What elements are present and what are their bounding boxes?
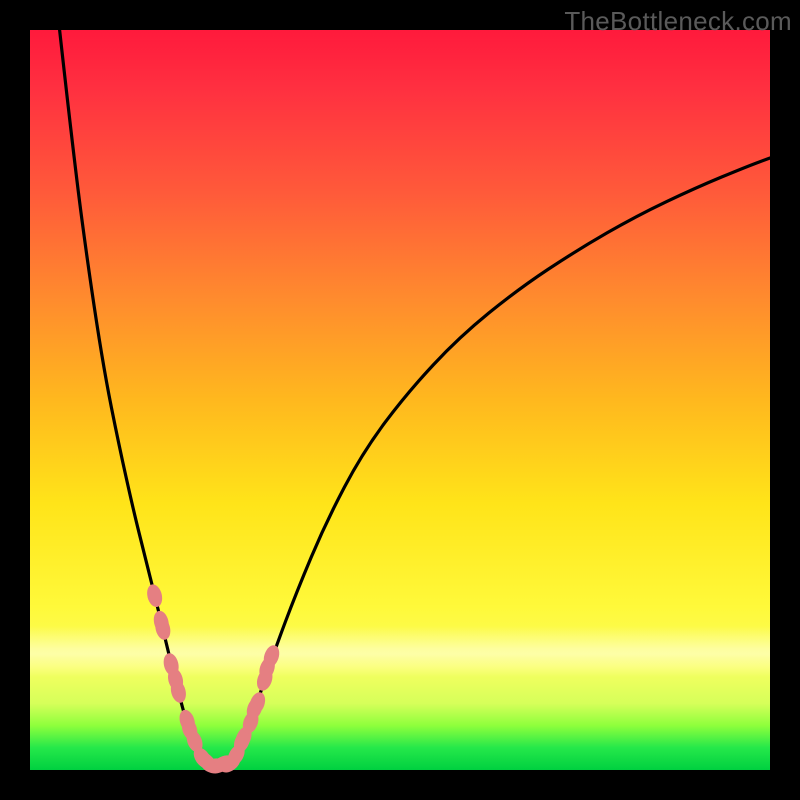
curve-svg xyxy=(30,30,770,770)
watermark-text: TheBottleneck.com xyxy=(564,6,792,37)
plot-area xyxy=(30,30,770,770)
chart-frame: TheBottleneck.com xyxy=(0,0,800,800)
bead-marker xyxy=(145,583,165,609)
bead-group xyxy=(145,583,282,776)
